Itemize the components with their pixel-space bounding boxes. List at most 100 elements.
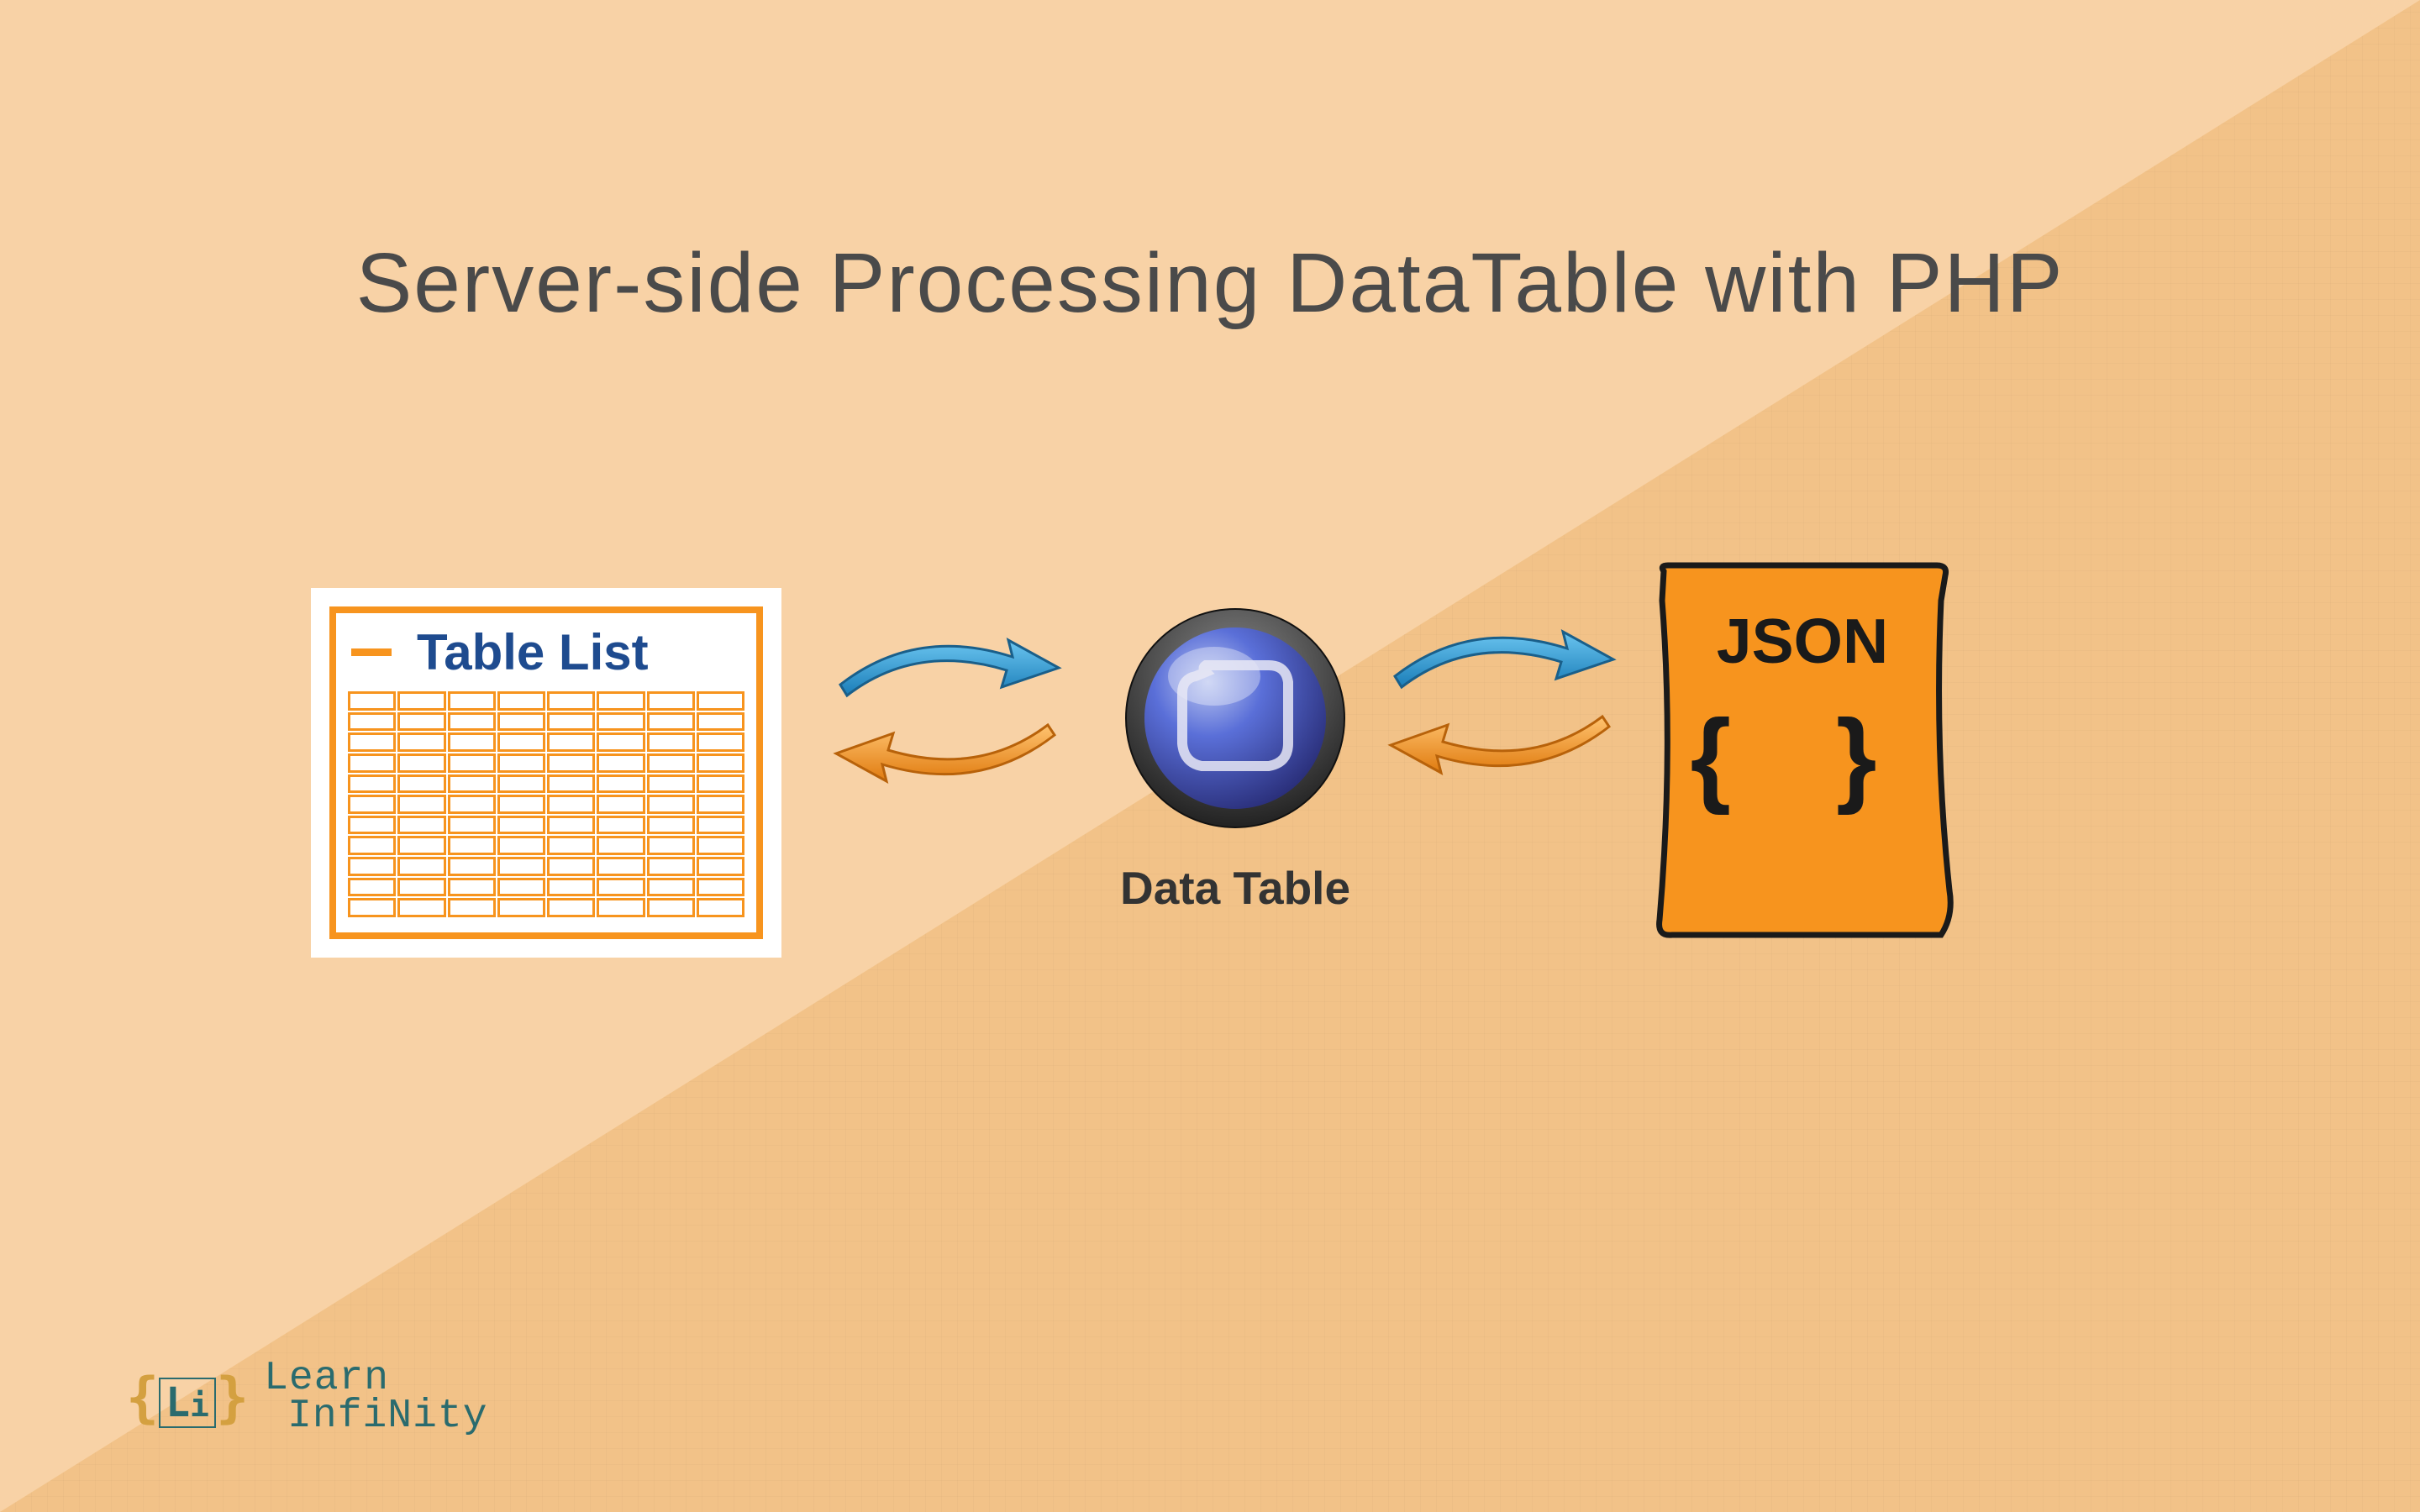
table-cell: [448, 691, 496, 711]
table-row: [348, 712, 744, 732]
table-grid: [348, 691, 744, 917]
table-cell: [697, 878, 744, 897]
table-cell: [348, 878, 396, 897]
table-list-inner: Table List: [329, 606, 763, 939]
table-cell: [397, 732, 445, 752]
table-cell: [547, 836, 595, 855]
table-row: [348, 816, 744, 835]
table-cell: [597, 857, 644, 876]
table-cell: [647, 753, 695, 773]
table-cell: [497, 712, 545, 732]
table-cell: [448, 732, 496, 752]
table-cell: [597, 836, 644, 855]
table-row: [348, 836, 744, 855]
table-cell: [448, 836, 496, 855]
table-row: [348, 774, 744, 794]
table-cell: [497, 898, 545, 917]
table-cell: [647, 816, 695, 835]
table-list-card: Table List: [311, 588, 781, 958]
table-cell: [547, 774, 595, 794]
logo-text: Learn InfiNity: [264, 1360, 487, 1436]
table-cell: [597, 753, 644, 773]
table-cell: [348, 774, 396, 794]
table-cell: [597, 732, 644, 752]
table-cell: [397, 753, 445, 773]
table-cell: [547, 857, 595, 876]
logo-icon: {Li}: [126, 1367, 249, 1430]
table-cell: [697, 732, 744, 752]
table-cell: [647, 857, 695, 876]
table-dash-icon: [351, 648, 392, 656]
table-cell: [397, 857, 445, 876]
table-cell: [697, 857, 744, 876]
table-cell: [547, 816, 595, 835]
table-cell: [497, 753, 545, 773]
table-cell: [397, 816, 445, 835]
table-cell: [448, 774, 496, 794]
datatable-label: Data Table: [1080, 861, 1391, 915]
table-cell: [597, 691, 644, 711]
table-cell: [697, 816, 744, 835]
table-cell: [697, 836, 744, 855]
table-cell: [348, 898, 396, 917]
table-cell: [348, 712, 396, 732]
table-cell: [547, 753, 595, 773]
table-cell: [547, 712, 595, 732]
table-cell: [397, 712, 445, 732]
table-cell: [697, 898, 744, 917]
table-cell: [348, 836, 396, 855]
arrow-left-orange-2: [1382, 710, 1618, 798]
table-cell: [497, 732, 545, 752]
table-cell: [448, 816, 496, 835]
table-cell: [547, 898, 595, 917]
table-cell: [697, 691, 744, 711]
table-cell: [497, 691, 545, 711]
table-row: [348, 753, 744, 773]
table-cell: [647, 878, 695, 897]
table-cell: [397, 774, 445, 794]
table-cell: [547, 691, 595, 711]
table-cell: [647, 795, 695, 814]
table-cell: [497, 795, 545, 814]
table-cell: [597, 712, 644, 732]
table-cell: [597, 774, 644, 794]
table-row: [348, 857, 744, 876]
table-row: [348, 795, 744, 814]
table-cell: [497, 836, 545, 855]
table-cell: [697, 774, 744, 794]
json-document: JSON { }: [1647, 559, 1958, 945]
table-cell: [647, 691, 695, 711]
table-cell: [397, 878, 445, 897]
datatable-icon: [1122, 605, 1349, 832]
table-cell: [348, 857, 396, 876]
table-cell: [348, 795, 396, 814]
table-row: [348, 732, 744, 752]
table-cell: [547, 878, 595, 897]
table-cell: [647, 898, 695, 917]
table-cell: [597, 898, 644, 917]
table-cell: [397, 898, 445, 917]
table-list-label: Table List: [417, 623, 649, 681]
table-cell: [647, 732, 695, 752]
arrow-right-blue-1: [832, 622, 1067, 710]
table-cell: [547, 795, 595, 814]
table-cell: [697, 712, 744, 732]
table-header: Table List: [348, 623, 744, 681]
json-label: JSON: [1647, 605, 1958, 677]
table-cell: [497, 857, 545, 876]
table-cell: [597, 816, 644, 835]
table-cell: [348, 753, 396, 773]
table-cell: [697, 795, 744, 814]
table-row: [348, 691, 744, 711]
brand-logo: {Li} Learn InfiNity: [126, 1360, 488, 1436]
table-cell: [448, 898, 496, 917]
table-cell: [348, 816, 396, 835]
table-cell: [448, 753, 496, 773]
table-cell: [348, 691, 396, 711]
table-cell: [397, 795, 445, 814]
table-cell: [647, 712, 695, 732]
table-cell: [448, 857, 496, 876]
table-cell: [697, 753, 744, 773]
table-cell: [647, 774, 695, 794]
table-cell: [497, 816, 545, 835]
